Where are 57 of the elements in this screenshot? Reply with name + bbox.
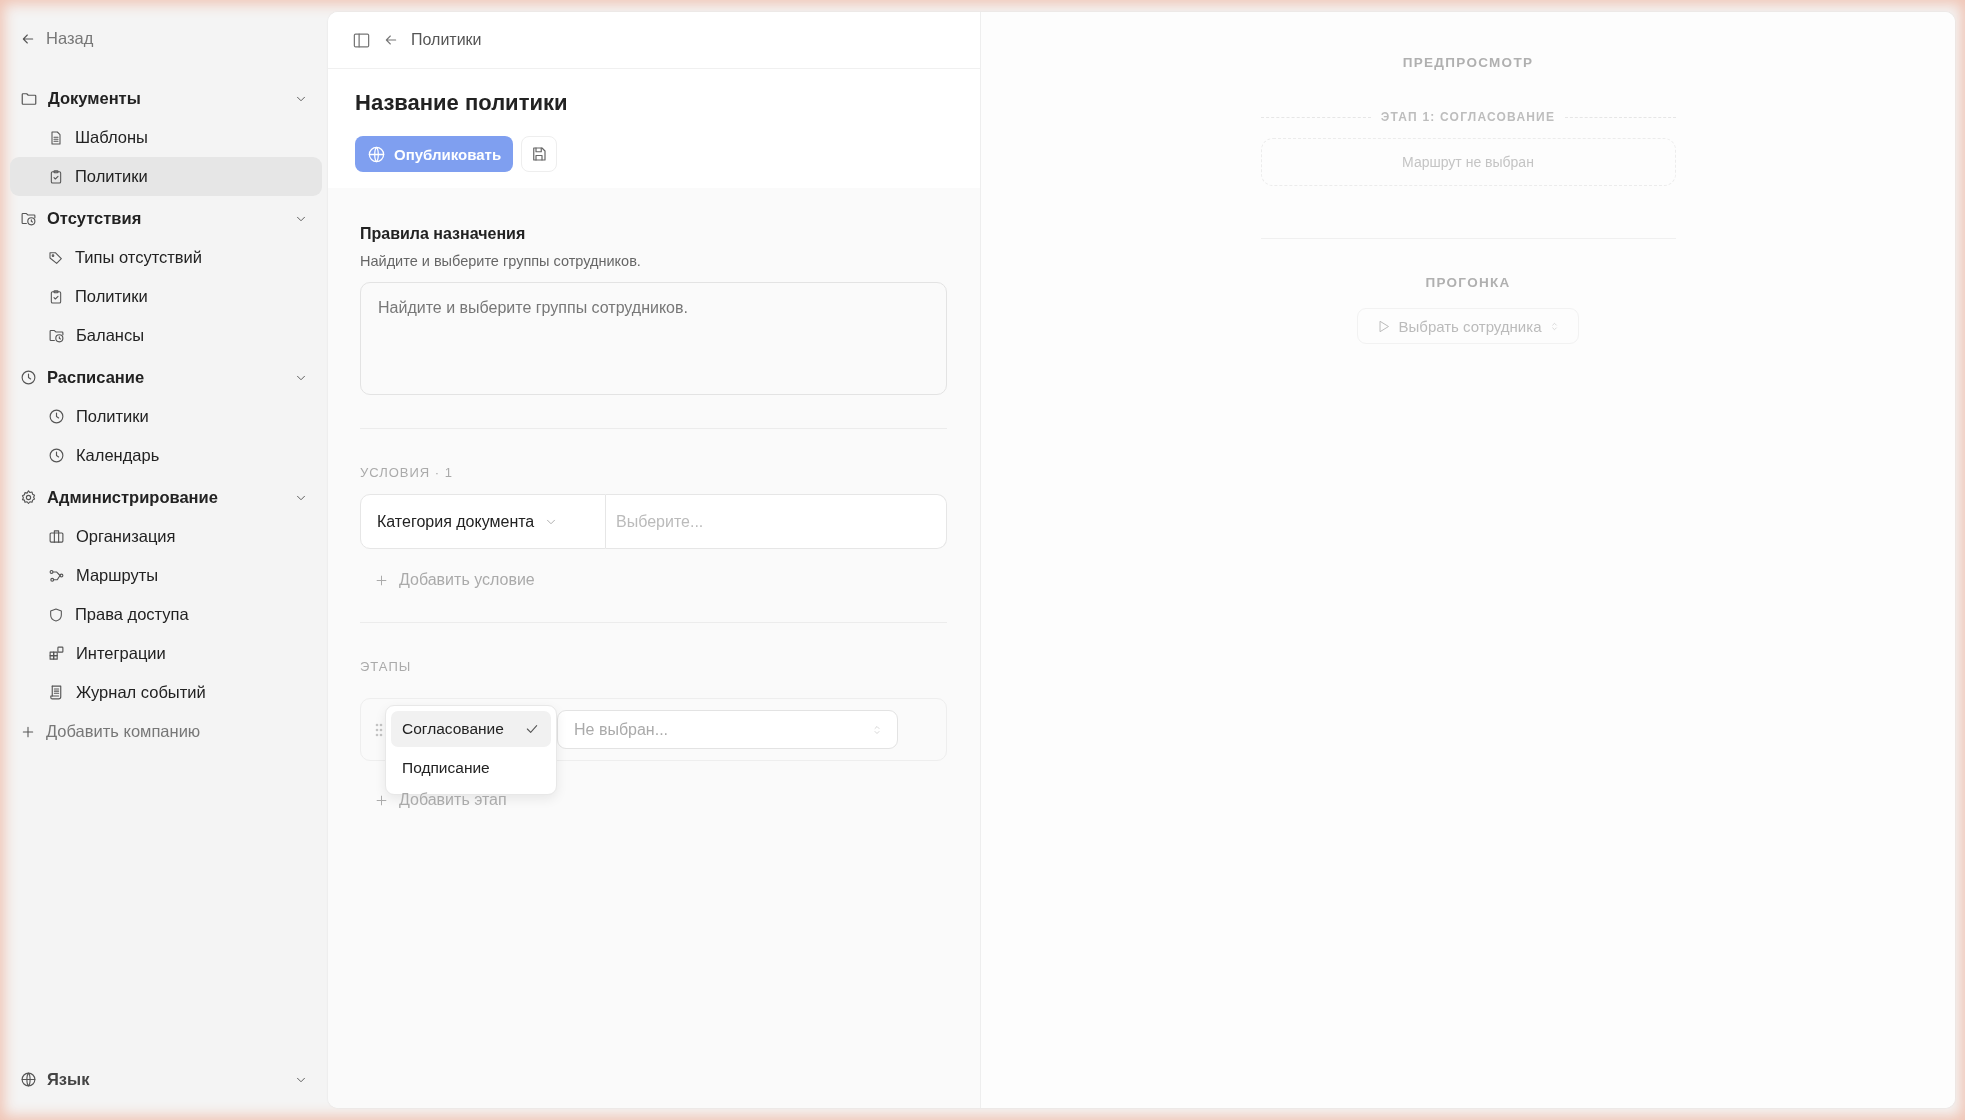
- sidebar-item[interactable]: Шаблоны: [10, 118, 322, 157]
- sidebar-item[interactable]: Организация: [10, 517, 322, 556]
- sidebar-item[interactable]: Журнал событий: [10, 673, 322, 712]
- stage-heading: ЭТАП 1: СОГЛАСОВАНИЕ: [1380, 110, 1556, 124]
- plus-icon: [374, 572, 389, 588]
- condition-value-field[interactable]: Выберите...: [606, 494, 947, 549]
- plus-icon: [374, 792, 389, 808]
- menu-option[interactable]: Подписание: [391, 750, 551, 786]
- section-title: Правила назначения: [360, 224, 526, 244]
- language-selector[interactable]: Язык: [10, 1060, 322, 1099]
- folder-clock-icon: [48, 327, 65, 344]
- sidebar-item[interactable]: Типы отсутствий: [10, 238, 322, 277]
- condition-field-select[interactable]: Категория документа: [360, 494, 606, 549]
- sidebar-section[interactable]: Расписание: [10, 358, 322, 397]
- save-icon: [530, 145, 549, 163]
- menu-option[interactable]: Согласование: [391, 711, 551, 747]
- add-company-button[interactable]: Добавить компанию: [10, 712, 322, 751]
- globe-icon: [20, 1071, 37, 1088]
- groups-search-field[interactable]: Найдите и выберите группы сотрудников.: [360, 282, 947, 395]
- empty-message: Маршрут не выбран: [1402, 154, 1534, 170]
- sidebar-section[interactable]: Документы: [10, 79, 322, 118]
- sidebar-item[interactable]: Политики: [10, 157, 322, 196]
- sidebar-item[interactable]: Балансы: [10, 316, 322, 355]
- save-button[interactable]: [521, 136, 558, 172]
- sidebar-item[interactable]: Интеграции: [10, 634, 322, 673]
- sidebar-item[interactable]: Календарь: [10, 436, 322, 475]
- section-heading: ЭТАПЫ: [360, 659, 412, 674]
- grid-icon: [48, 645, 65, 662]
- sidebar-section[interactable]: Отсутствия: [10, 199, 322, 238]
- section-heading: УСЛОВИЯ · 1: [360, 465, 454, 480]
- page-title: Название политики: [355, 89, 569, 117]
- folder-clock-icon: [20, 210, 37, 227]
- drag-handle-icon[interactable]: [375, 722, 383, 737]
- back-arrow-icon: [383, 32, 399, 48]
- gear-icon: [20, 489, 37, 506]
- sidebar-section[interactable]: Администрирование: [10, 478, 322, 517]
- sidebar-item[interactable]: Права доступа: [10, 595, 322, 634]
- panel-heading: ПРОГОНКА: [1425, 275, 1511, 290]
- clock-icon: [20, 369, 37, 386]
- shield-icon: [48, 606, 64, 623]
- sidebar-item[interactable]: Политики: [10, 397, 322, 436]
- sidebar-item[interactable]: Маршруты: [10, 556, 322, 595]
- sidebar-item[interactable]: Политики: [10, 277, 322, 316]
- route-icon: [48, 567, 65, 584]
- clock-icon: [48, 447, 65, 464]
- section-hint: Найдите и выберите группы сотрудников.: [360, 253, 641, 269]
- clipboard-icon: [48, 288, 64, 305]
- briefcase-icon: [48, 528, 65, 545]
- breadcrumb-link[interactable]: Политики: [411, 31, 482, 49]
- document-icon: [48, 129, 64, 146]
- tag-icon: [48, 249, 64, 266]
- clipboard-icon: [48, 168, 64, 185]
- panel-heading: ПРЕДПРОСМОТР: [1402, 55, 1534, 70]
- sort-icon: [871, 723, 883, 736]
- back-link[interactable]: Назад: [46, 29, 94, 48]
- globe-icon: [367, 144, 386, 164]
- clock-icon: [48, 408, 65, 425]
